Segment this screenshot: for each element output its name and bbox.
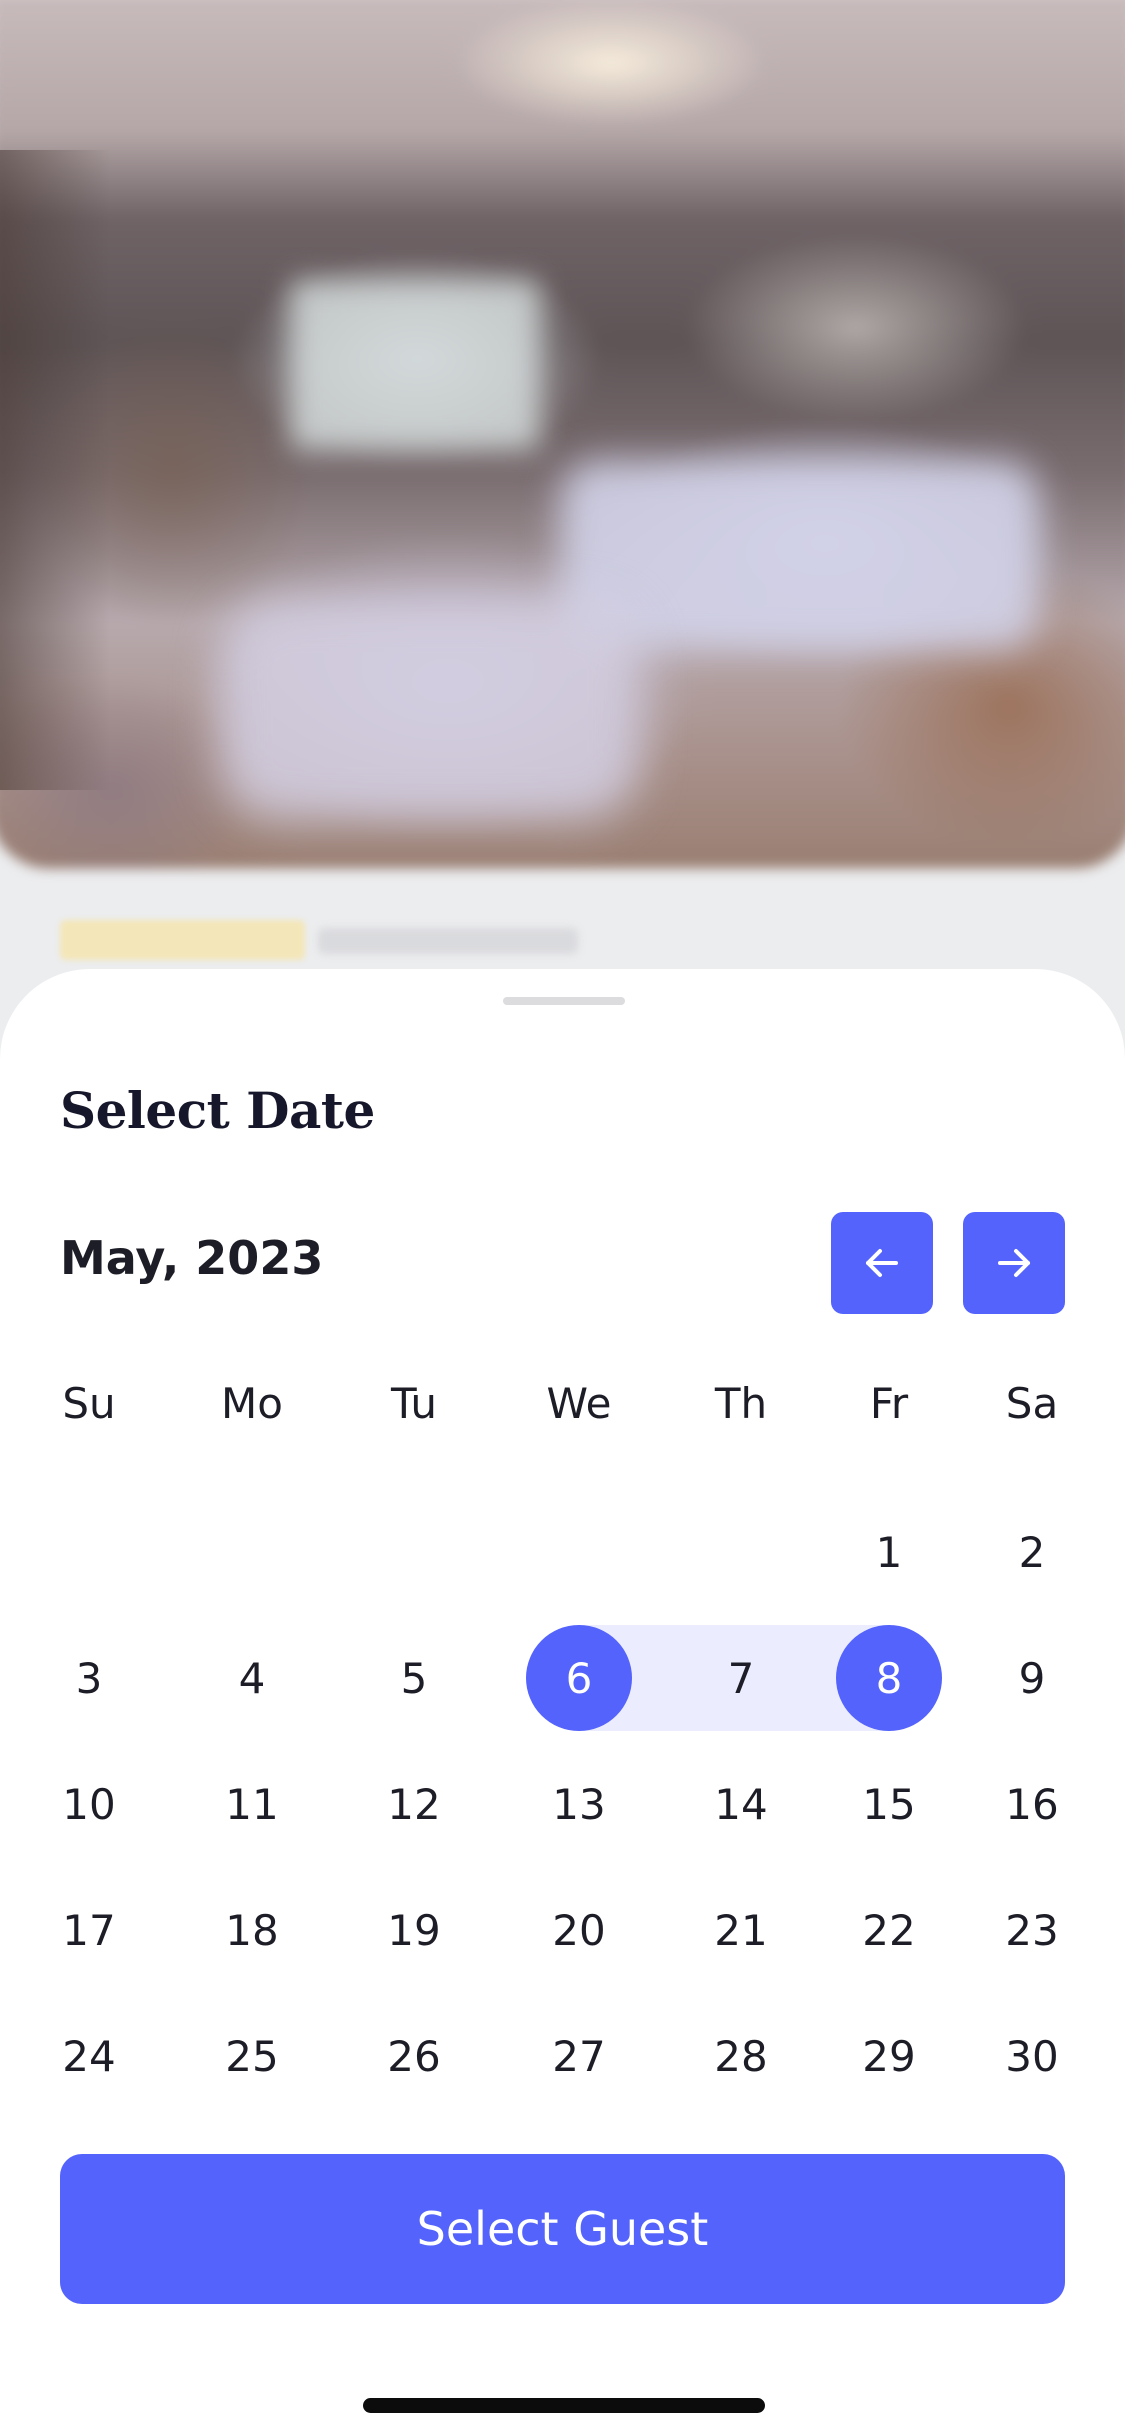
- room-photo-rug: [220, 600, 640, 820]
- weekday-header: Su Mo Tu We Th Fr Sa: [0, 1379, 1125, 1439]
- calendar-day[interactable]: 28: [688, 2003, 794, 2109]
- month-label: May, 2023: [60, 1231, 324, 1285]
- sheet-title: Select Date: [60, 1081, 375, 1140]
- weekday-label: Su: [62, 1379, 116, 1428]
- rating-badge-placeholder: [60, 920, 305, 960]
- room-photo-shadow: [0, 150, 110, 790]
- calendar-day[interactable]: 6: [526, 1625, 632, 1731]
- select-guest-button[interactable]: Select Guest: [60, 2154, 1065, 2304]
- weekday-label: We: [546, 1379, 612, 1428]
- calendar-day[interactable]: 16: [979, 1751, 1085, 1857]
- calendar-day[interactable]: 17: [36, 1877, 142, 1983]
- sheet-grabber[interactable]: [503, 997, 625, 1005]
- calendar-day[interactable]: 30: [979, 2003, 1085, 2109]
- room-photo-bed: [560, 460, 1040, 650]
- calendar-day[interactable]: 25: [199, 2003, 305, 2109]
- weekday-label: Fr: [869, 1379, 909, 1428]
- calendar-day[interactable]: 9: [979, 1625, 1085, 1731]
- calendar-day[interactable]: 3: [36, 1625, 142, 1731]
- calendar-day[interactable]: 11: [199, 1751, 305, 1857]
- calendar-day[interactable]: 1: [836, 1499, 942, 1605]
- weekday-label: Tu: [391, 1379, 437, 1428]
- screen: Select Date May, 2023 Su Mo Tu We Th Fr Sa 123…: [0, 0, 1125, 2436]
- arrow-left-icon: [866, 1249, 898, 1277]
- calendar-day[interactable]: 10: [36, 1751, 142, 1857]
- weekday-label: Sa: [1005, 1379, 1059, 1428]
- calendar-day[interactable]: 15: [836, 1751, 942, 1857]
- calendar-day[interactable]: 24: [36, 2003, 142, 2109]
- calendar-day[interactable]: 22: [836, 1877, 942, 1983]
- arrow-right-icon: [998, 1249, 1030, 1277]
- calendar-day[interactable]: 7: [688, 1625, 794, 1731]
- calendar-day[interactable]: 27: [526, 2003, 632, 2109]
- calendar-day[interactable]: 21: [688, 1877, 794, 1983]
- calendar-day[interactable]: 4: [199, 1625, 305, 1731]
- calendar-day[interactable]: 26: [361, 2003, 467, 2109]
- calendar-day[interactable]: 19: [361, 1877, 467, 1983]
- calendar-grid: 1 2 3 4 5 6 7 8 9 10 11 12 13 14 15 16 17 18 19 20 21 22 23 24 2…: [0, 1499, 1125, 2139]
- calendar-day[interactable]: 2: [979, 1499, 1085, 1605]
- calendar-day[interactable]: 8: [836, 1625, 942, 1731]
- calendar-day[interactable]: 5: [361, 1625, 467, 1731]
- date-picker-sheet: Select Date May, 2023 Su Mo Tu We Th Fr Sa 123…: [0, 969, 1125, 2436]
- subtitle-placeholder: [318, 928, 578, 954]
- previous-month-button[interactable]: [831, 1212, 933, 1314]
- calendar-day[interactable]: 14: [688, 1751, 794, 1857]
- calendar-day[interactable]: 20: [526, 1877, 632, 1983]
- calendar-day[interactable]: 12: [361, 1751, 467, 1857]
- room-photo-window: [290, 280, 540, 450]
- calendar-day[interactable]: 13: [526, 1751, 632, 1857]
- calendar-day[interactable]: 29: [836, 2003, 942, 2109]
- calendar-day[interactable]: 18: [199, 1877, 305, 1983]
- calendar-day[interactable]: 23: [979, 1877, 1085, 1983]
- next-month-button[interactable]: [963, 1212, 1065, 1314]
- weekday-label: Mo: [221, 1379, 283, 1428]
- weekday-label: Th: [714, 1379, 768, 1428]
- home-indicator: [363, 2398, 765, 2413]
